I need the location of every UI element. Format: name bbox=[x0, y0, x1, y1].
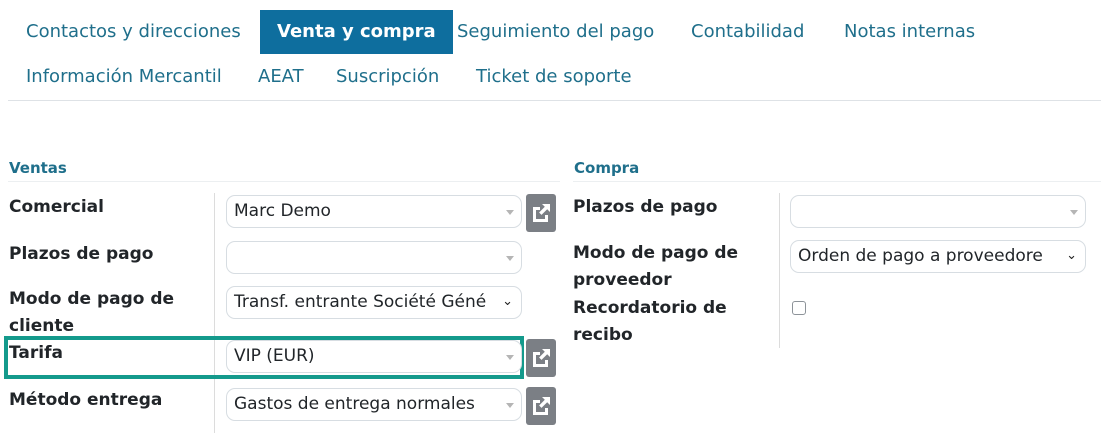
section-rule-compra bbox=[573, 181, 1101, 182]
metodo-entrega-select[interactable]: Gastos de entrega normales bbox=[226, 388, 522, 421]
comercial-select[interactable]: Marc Demo bbox=[226, 195, 522, 228]
tab-informacion-mercantil[interactable]: Información Mercantil bbox=[26, 66, 222, 87]
metodo-entrega-value: Gastos de entrega normales bbox=[234, 394, 475, 414]
caret-down-icon bbox=[506, 256, 514, 261]
label-comercial: Comercial bbox=[9, 197, 104, 217]
label-recordatorio-recibo-line2: recibo bbox=[573, 325, 633, 345]
tab-aeat[interactable]: AEAT bbox=[258, 66, 304, 87]
label-modo-pago-proveedor-line1: Modo de pago de bbox=[573, 243, 739, 263]
plazos-pago-ventas-select[interactable] bbox=[226, 241, 522, 274]
recordatorio-recibo-checkbox[interactable] bbox=[792, 301, 806, 315]
label-modo-pago-cliente-line1: Modo de pago de bbox=[9, 289, 175, 309]
tab-notas-internas[interactable]: Notas internas bbox=[844, 21, 975, 42]
external-link-icon bbox=[533, 349, 550, 367]
tarifa-select[interactable]: VIP (EUR) bbox=[226, 340, 522, 373]
label-plazos-pago-compra: Plazos de pago bbox=[573, 197, 718, 217]
tarifa-value: VIP (EUR) bbox=[234, 346, 315, 366]
chevron-down-icon: ⌄ bbox=[1066, 248, 1077, 263]
tab-contactos[interactable]: Contactos y direcciones bbox=[26, 21, 241, 42]
caret-down-icon bbox=[506, 210, 514, 215]
tab-contabilidad[interactable]: Contabilidad bbox=[691, 21, 804, 42]
comercial-external-link-button[interactable] bbox=[526, 194, 556, 232]
caret-down-icon bbox=[506, 355, 514, 360]
tab-seguimiento[interactable]: Seguimiento del pago bbox=[457, 21, 654, 42]
label-tarifa: Tarifa bbox=[9, 343, 63, 363]
plazos-pago-compra-select[interactable] bbox=[790, 195, 1086, 228]
external-link-icon bbox=[533, 204, 550, 222]
label-metodo-entrega: Método entrega bbox=[9, 390, 163, 410]
caret-down-icon bbox=[1070, 210, 1078, 215]
modo-pago-cliente-value: Transf. entrante Société Géné bbox=[234, 292, 487, 312]
ventas-label-separator bbox=[214, 193, 215, 433]
label-recordatorio-recibo-line1: Recordatorio de bbox=[573, 298, 727, 318]
tab-venta-compra[interactable]: Venta y compra bbox=[260, 10, 453, 54]
section-title-compra: Compra bbox=[574, 159, 640, 177]
modo-pago-proveedor-select[interactable]: Orden de pago a proveedore ⌄ bbox=[790, 240, 1086, 273]
tab-suscripcion[interactable]: Suscripción bbox=[336, 66, 439, 87]
label-modo-pago-proveedor-line2: proveedor bbox=[573, 270, 672, 290]
section-rule-ventas bbox=[8, 181, 560, 182]
external-link-icon bbox=[533, 397, 550, 415]
label-modo-pago-proveedor: Modo de pago de proveedor bbox=[573, 240, 738, 294]
caret-down-icon bbox=[506, 403, 514, 408]
label-recordatorio-recibo: Recordatorio de recibo bbox=[573, 295, 727, 349]
compra-label-separator bbox=[779, 193, 780, 348]
tarifa-external-link-button[interactable] bbox=[526, 339, 556, 377]
chevron-down-icon: ⌄ bbox=[502, 294, 513, 309]
metodo-entrega-external-link-button[interactable] bbox=[526, 387, 556, 425]
tab-ticket-soporte[interactable]: Ticket de soporte bbox=[476, 66, 632, 87]
modo-pago-cliente-select[interactable]: Transf. entrante Société Géné ⌄ bbox=[226, 286, 522, 319]
modo-pago-proveedor-value: Orden de pago a proveedore bbox=[798, 246, 1043, 266]
tabs-divider bbox=[8, 100, 1101, 101]
label-modo-pago-cliente: Modo de pago de cliente bbox=[9, 286, 174, 340]
section-title-ventas: Ventas bbox=[9, 159, 67, 177]
label-plazos-pago-ventas: Plazos de pago bbox=[9, 244, 154, 264]
comercial-value: Marc Demo bbox=[234, 201, 331, 221]
